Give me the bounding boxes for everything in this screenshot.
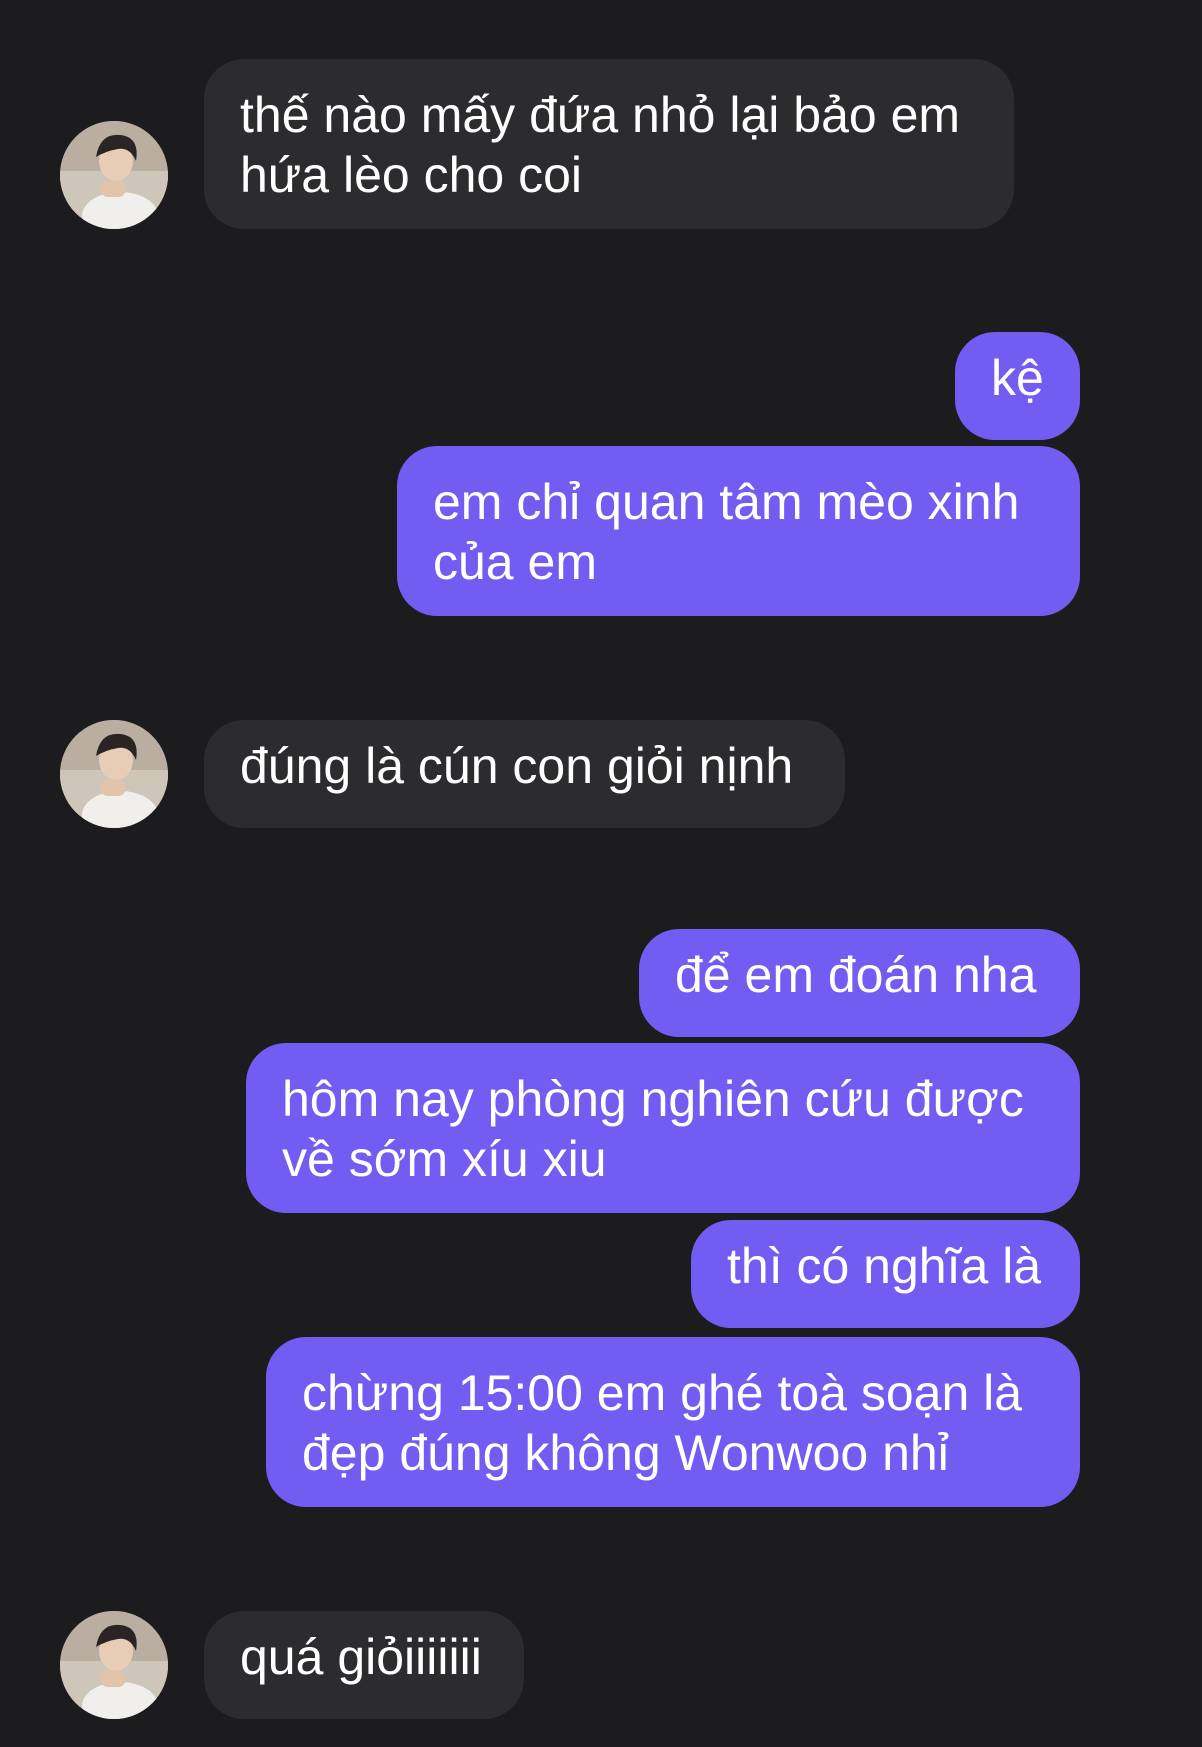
contact-avatar[interactable]: [60, 1611, 168, 1719]
chat-thread: thế nào mấy đứa nhỏ lại bảo em hứa lèo c…: [0, 0, 1202, 1747]
message-bubble-outgoing[interactable]: để em đoán nha: [639, 929, 1080, 1037]
person-avatar-icon: [60, 720, 168, 828]
person-avatar-icon: [60, 121, 168, 229]
message-bubble-outgoing[interactable]: thì có nghĩa là: [691, 1220, 1080, 1328]
message-bubble-outgoing[interactable]: em chỉ quan tâm mèo xinh của em: [397, 446, 1080, 616]
message-bubble-incoming[interactable]: quá giỏiiiiiii: [204, 1611, 524, 1719]
message-bubble-outgoing[interactable]: hôm nay phòng nghiên cứu được về sớm xíu…: [246, 1043, 1080, 1213]
contact-avatar[interactable]: [60, 720, 168, 828]
message-bubble-incoming[interactable]: đúng là cún con giỏi nịnh: [204, 720, 845, 828]
message-bubble-outgoing[interactable]: chừng 15:00 em ghé toà soạn là đẹp đúng …: [266, 1337, 1080, 1507]
person-avatar-icon: [60, 1611, 168, 1719]
contact-avatar[interactable]: [60, 121, 168, 229]
message-bubble-incoming[interactable]: thế nào mấy đứa nhỏ lại bảo em hứa lèo c…: [204, 59, 1014, 229]
message-bubble-outgoing[interactable]: kệ: [955, 332, 1080, 440]
